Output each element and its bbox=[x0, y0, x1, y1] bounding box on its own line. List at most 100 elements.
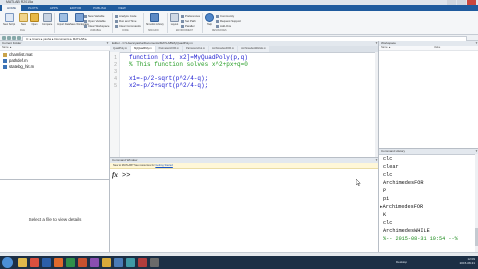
code-line[interactable]: x2=-p/2+sqrt(p^2/4-q); bbox=[129, 82, 208, 89]
editor-tab[interactable]: ArchimedesWHILE.m bbox=[238, 46, 269, 52]
request-support-item[interactable]: Request Support bbox=[216, 19, 241, 23]
file-item[interactable]: statebg_hit.m bbox=[3, 64, 34, 69]
community-icon bbox=[216, 14, 219, 18]
mat-file-icon bbox=[3, 52, 7, 57]
community-item[interactable]: Community bbox=[216, 14, 234, 18]
add-ons-icon bbox=[216, 24, 219, 28]
new-script-icon bbox=[4, 13, 14, 22]
excel-icon[interactable] bbox=[66, 258, 75, 267]
add-ons-item[interactable]: Add-Ons bbox=[216, 24, 231, 28]
app-icon[interactable] bbox=[126, 258, 135, 267]
app-icon[interactable] bbox=[114, 258, 123, 267]
simulink-library-button[interactable]: Simulink Library bbox=[146, 13, 164, 26]
line-number-gutter: 1 2 3 4 5 bbox=[110, 52, 120, 157]
history-entry[interactable]: ArchimedesFOR bbox=[383, 180, 423, 186]
set-path-item[interactable]: Set Path bbox=[181, 19, 196, 23]
command-prompt[interactable]: fx >> bbox=[112, 171, 130, 180]
folder-icon[interactable] bbox=[102, 258, 111, 267]
powerpoint-icon[interactable] bbox=[78, 258, 87, 267]
back-icon[interactable] bbox=[2, 36, 6, 40]
code-line-comment[interactable]: % This function solves x^2+px+q=0 bbox=[129, 61, 248, 68]
history-session-separator: %-- 2015-08-31 10:54 --% bbox=[383, 236, 458, 242]
history-entry[interactable]: clear bbox=[383, 164, 399, 170]
folder-icon bbox=[181, 19, 184, 23]
parallel-item[interactable]: Parallel bbox=[181, 24, 194, 28]
value-column-header[interactable]: Value bbox=[434, 46, 440, 50]
compare-icon bbox=[42, 13, 52, 22]
details-panel: Select a file to view details bbox=[0, 179, 110, 252]
history-entry[interactable]: clc bbox=[383, 156, 392, 162]
import-data-button[interactable]: Import Data bbox=[57, 13, 70, 26]
code-line[interactable]: x1=-p/2-sqrt(p^2/4-q); bbox=[129, 75, 208, 82]
compare-button[interactable]: Compare bbox=[42, 13, 52, 26]
taskbar: Desktop 12:09 2015-08-31 bbox=[0, 256, 478, 269]
file-item[interactable]: pathdef.m bbox=[3, 58, 28, 63]
history-entry[interactable]: ArchimedesWHILE bbox=[383, 228, 430, 234]
getting-started-hint: New to MATLAB? See resources for Getting… bbox=[110, 163, 381, 169]
fx-icon[interactable]: fx bbox=[112, 171, 118, 179]
analyze-code-item[interactable]: Analyze Code bbox=[115, 14, 136, 18]
import-data-icon bbox=[59, 13, 69, 22]
command-window: Command Window ▼ New to MATLAB? See reso… bbox=[110, 157, 381, 252]
new-variable-item[interactable]: New Variable bbox=[84, 14, 104, 18]
group-environment-label: ENVIRONMENT bbox=[176, 30, 193, 32]
getting-started-link[interactable]: Getting Started bbox=[155, 164, 172, 167]
file-item[interactable]: chamlist.mat bbox=[3, 52, 33, 57]
simulink-icon bbox=[150, 13, 160, 22]
workspace-columns: Name ▲ Value bbox=[379, 46, 478, 51]
run-and-time-item[interactable]: Run and Time bbox=[115, 19, 136, 23]
line-number: 2 bbox=[114, 62, 117, 68]
name-column-header[interactable]: Name ▲ bbox=[381, 46, 391, 50]
explorer-icon[interactable] bbox=[18, 258, 27, 267]
history-entry[interactable]: clc bbox=[383, 220, 392, 226]
app-icon[interactable] bbox=[138, 258, 147, 267]
open-button[interactable]: Open bbox=[30, 13, 39, 26]
command-history-header: Command History ▼ bbox=[379, 149, 478, 155]
media-icon[interactable] bbox=[90, 258, 99, 267]
history-entry[interactable]: clc bbox=[383, 172, 392, 178]
editor-tab[interactable]: ParmetersOut.m bbox=[182, 46, 208, 52]
history-entry[interactable]: P bbox=[383, 188, 386, 194]
desktop-toolbar-label[interactable]: Desktop bbox=[396, 260, 407, 264]
start-button-icon[interactable] bbox=[2, 257, 13, 268]
new-script-button[interactable]: New Script bbox=[3, 13, 15, 26]
group-file-label: FILE bbox=[20, 30, 25, 32]
editor-tabs: QuadPoly.m MyQuadPoly.m ParmetersFOR.m P… bbox=[110, 46, 378, 53]
clock-date: 2015-08-31 bbox=[459, 261, 475, 265]
prompt-symbol: >> bbox=[122, 172, 131, 180]
preferences-item[interactable]: Preferences bbox=[181, 14, 200, 18]
matlab-icon[interactable] bbox=[54, 258, 63, 267]
layout-button[interactable]: Layout bbox=[170, 13, 179, 26]
app-icon[interactable] bbox=[150, 258, 159, 267]
open-variable-item[interactable]: Open Variable bbox=[84, 19, 106, 23]
editor-tab[interactable]: ParmetersFOR.m bbox=[155, 46, 182, 52]
line-number: 1 bbox=[114, 55, 117, 61]
new-icon bbox=[19, 13, 28, 22]
history-entry[interactable]: ▸ArchimedesFOR bbox=[380, 204, 423, 210]
clear-commands-item[interactable]: Clear Commands bbox=[115, 24, 141, 28]
name-column-header[interactable]: Name ▲ bbox=[0, 46, 111, 51]
m-file-icon bbox=[3, 58, 7, 63]
gear-icon bbox=[181, 14, 184, 18]
browse-folder-icon[interactable] bbox=[17, 36, 21, 40]
word-icon[interactable] bbox=[42, 258, 51, 267]
chrome-icon[interactable] bbox=[30, 258, 39, 267]
clear-workspace-item[interactable]: Clear Workspace bbox=[84, 24, 109, 28]
variable-icon bbox=[84, 19, 87, 23]
line-number: 5 bbox=[114, 83, 117, 89]
mouse-cursor-icon bbox=[356, 179, 361, 186]
code-line[interactable]: function [x1, x2]=MyQuadPoly(p,q) bbox=[129, 54, 248, 61]
help-icon bbox=[205, 13, 214, 22]
editor-tab-active[interactable]: MyQuadPoly.m bbox=[131, 46, 155, 52]
editor-tab[interactable]: ArchimedesFOR.m bbox=[209, 46, 238, 52]
new-button[interactable]: New bbox=[19, 13, 28, 26]
up-folder-icon[interactable] bbox=[12, 36, 16, 40]
help-button[interactable]: Help bbox=[205, 13, 214, 26]
history-entry[interactable]: pi bbox=[383, 196, 389, 202]
line-number: 4 bbox=[114, 76, 117, 82]
group-resources-label: RESOURCES bbox=[212, 30, 227, 32]
history-entry[interactable]: K bbox=[383, 212, 386, 218]
system-clock[interactable]: 12:09 2015-08-31 bbox=[460, 257, 475, 265]
forward-icon[interactable] bbox=[7, 36, 11, 40]
clear-icon bbox=[115, 24, 118, 28]
